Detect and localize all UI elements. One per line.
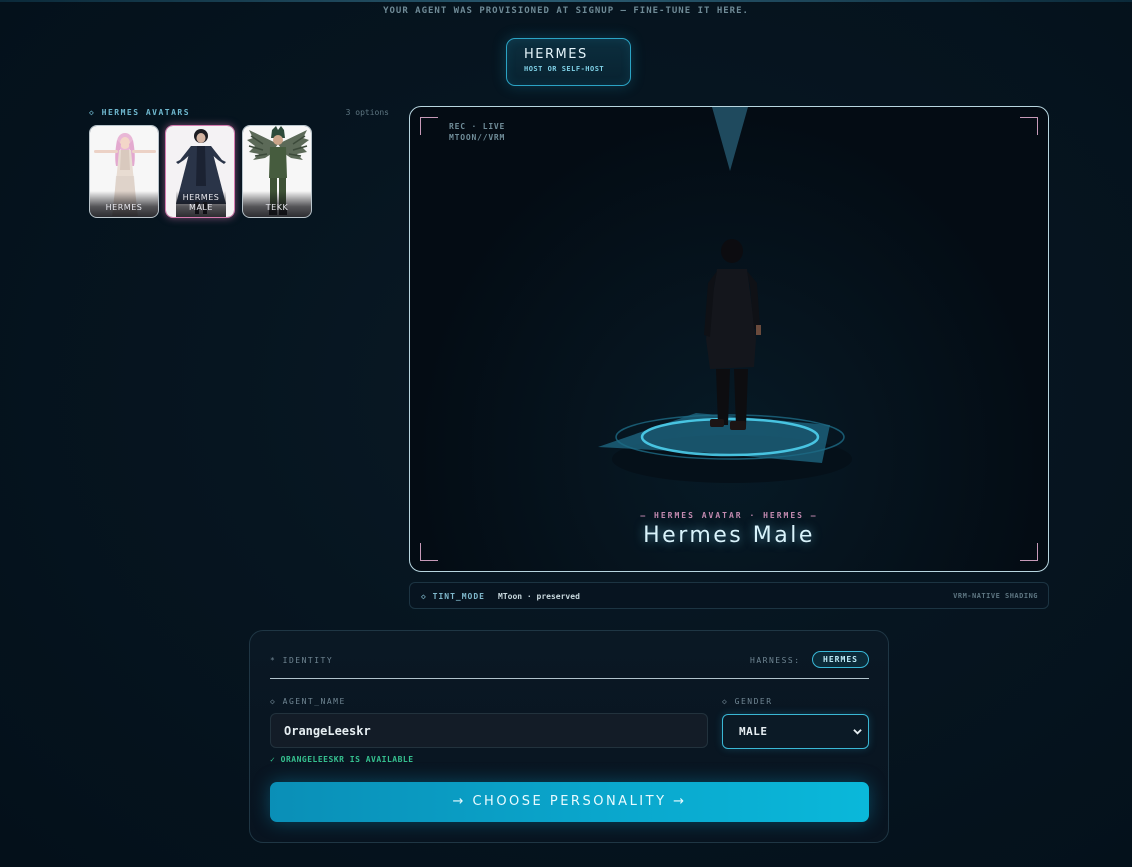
avatars-header: ◇ HERMES AVATARS 3 options	[89, 108, 389, 120]
harness-badge: HERMES	[812, 651, 869, 668]
identity-panel: * IDENTITY HARNESS: HERMES ◇ AGENT_NAME …	[249, 630, 889, 843]
harness-subtitle: HOST OR SELF-HOST	[524, 65, 605, 73]
avatar-label: HERMES MALE	[176, 191, 226, 217]
gender-selected-value: MALE	[739, 725, 768, 738]
avatar-card-hermes[interactable]: HERMES	[89, 125, 159, 218]
avatars-count: 3 options	[345, 108, 389, 117]
agent-name-input[interactable]	[270, 713, 708, 748]
avatars-title: ◇ HERMES AVATARS	[89, 108, 191, 117]
chevron-down-icon	[853, 729, 862, 735]
avatar-label: TEKK	[243, 191, 311, 217]
choose-personality-button[interactable]: → CHOOSE PERSONALITY →	[270, 782, 869, 822]
gender-select[interactable]: MALE	[722, 714, 869, 749]
name-availability-status: ✓ ORANGELEESKR IS AVAILABLE	[270, 755, 414, 764]
tint-mode-value: MToon · preserved	[498, 592, 580, 601]
avatar-caption-title: Hermes Male	[643, 523, 815, 548]
top-accent-line	[0, 0, 1132, 2]
harness-name: HERMES	[524, 47, 588, 62]
provision-banner: YOUR AGENT WAS PROVISIONED AT SIGNUP — F…	[383, 6, 749, 16]
agent-name-label: ◇ AGENT_NAME	[270, 697, 346, 706]
section-divider	[270, 678, 869, 679]
avatar-card-hermes-male[interactable]: HERMES MALE	[165, 125, 235, 218]
identity-section-title: * IDENTITY	[270, 656, 334, 665]
shading-mode-label: VRM-NATIVE SHADING	[953, 592, 1038, 600]
tint-mode-bar: ◇ TINT_MODE MToon · preserved VRM-NATIVE…	[409, 582, 1049, 609]
avatar-card-tekk[interactable]: TEKK	[242, 125, 312, 218]
harness-label: HARNESS:	[750, 656, 801, 665]
avatar-3d-model	[598, 239, 852, 483]
avatar-caption-subtitle: — HERMES AVATAR · HERMES —	[640, 511, 818, 520]
gender-label: ◇ GENDER	[722, 697, 773, 706]
harness-tab-hermes[interactable]: HERMES HOST OR SELF-HOST	[506, 38, 631, 86]
tint-mode-label: ◇ TINT_MODE	[421, 592, 485, 601]
avatar-preview-viewport[interactable]: REC · LIVE MTOON//VRM — HERMES AVATAR · …	[409, 106, 1049, 572]
avatar-label: HERMES	[90, 191, 158, 217]
